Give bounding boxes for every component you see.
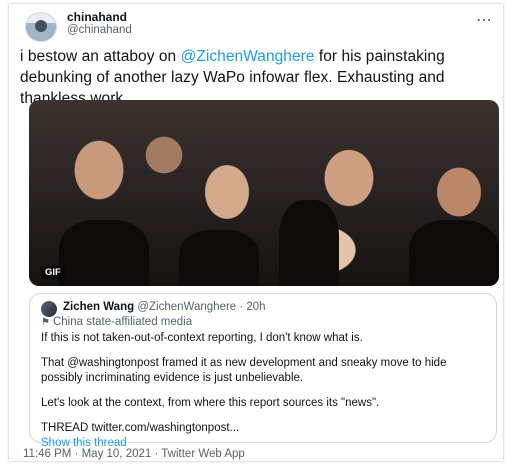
timestamp[interactable]: 11:46 PM · May 10, 2021 · Twitter Web Ap… <box>23 448 245 460</box>
quoted-header: Zichen Wang @ZichenWanghere · 20h <box>63 301 266 313</box>
quoted-paragraph: THREAD twitter.com/washingtonpost... <box>41 422 240 434</box>
media-figure <box>409 220 499 286</box>
display-name[interactable]: chinahand <box>67 10 127 24</box>
media-figure <box>279 200 339 286</box>
mention-link[interactable]: @ZichenWanghere <box>181 48 315 65</box>
quoted-paragraph: That @washingtonpost framed it as new de… <box>41 357 447 384</box>
media-figure <box>179 230 259 286</box>
more-horizontal-icon[interactable]: ⋯ <box>476 10 493 30</box>
quoted-paragraph: If this is not taken-out-of-context repo… <box>41 332 363 344</box>
avatar[interactable] <box>25 12 57 42</box>
quoted-body: If this is not taken-out-of-context repo… <box>41 331 491 451</box>
tweet-card: chinahand @chinahand ⋯ i bestow an attab… <box>9 4 503 461</box>
state-media-label[interactable]: ⚑ China state-affiliated media <box>41 316 192 328</box>
handle[interactable]: @chinahand <box>67 24 132 36</box>
quoted-paragraph: Let's look at the context, from where th… <box>41 397 380 409</box>
gif-media[interactable]: GIF <box>29 100 499 286</box>
quoted-avatar[interactable] <box>41 301 57 317</box>
gif-badge: GIF <box>41 266 65 279</box>
flag-icon: ⚑ <box>41 317 50 328</box>
quoted-handle-time: @ZichenWanghere · 20h <box>137 301 266 313</box>
tweet-text-start: i bestow an attaboy on <box>20 48 181 65</box>
quoted-name[interactable]: Zichen Wang <box>63 301 134 313</box>
quoted-tweet[interactable]: Zichen Wang @ZichenWanghere · 20h ⚑ China… <box>29 293 497 449</box>
media-figure <box>59 220 149 286</box>
state-media-label-text: China state-affiliated media <box>52 316 193 328</box>
